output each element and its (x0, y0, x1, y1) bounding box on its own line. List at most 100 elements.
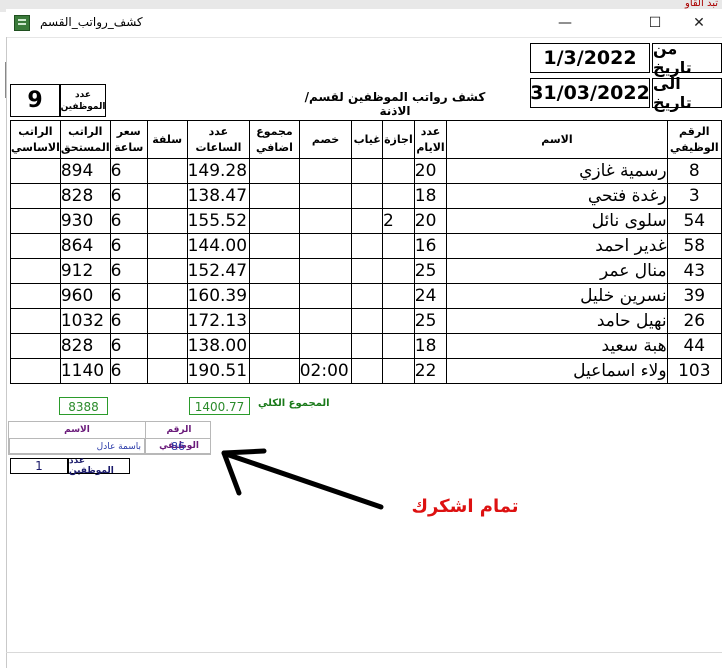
hours-cell[interactable]: 152.47 (186, 258, 251, 284)
job-id-cell[interactable]: 26 (666, 308, 722, 334)
leave-cell[interactable]: 2 (382, 208, 415, 234)
base-salary-cell[interactable] (10, 333, 61, 359)
job-id-cell[interactable]: 8 (666, 158, 722, 184)
extra-total-cell[interactable] (249, 283, 300, 309)
name-cell[interactable]: نهيل حامد (446, 308, 668, 334)
name-cell[interactable]: رسمية غازي (446, 158, 668, 184)
employee-count-field[interactable]: 9 (10, 84, 60, 117)
name-cell[interactable]: ولاء اسماعيل (446, 358, 668, 384)
advance-cell[interactable] (146, 333, 188, 359)
subform-count-field[interactable]: 1 (10, 458, 68, 474)
hours-cell[interactable]: 138.47 (186, 183, 251, 209)
advance-cell[interactable] (146, 233, 188, 259)
extra-total-cell[interactable] (249, 333, 300, 359)
hourly-rate-cell[interactable]: 6 (109, 308, 148, 334)
job-id-cell[interactable]: 54 (666, 208, 722, 234)
navigation-pane-edge[interactable] (0, 62, 6, 98)
deduction-cell[interactable]: 02:00 (298, 358, 353, 384)
base-salary-cell[interactable] (10, 308, 61, 334)
job-id-cell[interactable]: 103 (666, 358, 722, 384)
days-cell[interactable]: 22 (413, 358, 448, 384)
hourly-rate-cell[interactable]: 6 (109, 333, 148, 359)
days-cell[interactable]: 20 (413, 158, 448, 184)
absence-cell[interactable] (351, 233, 384, 259)
leave-cell[interactable] (382, 183, 415, 209)
days-cell[interactable]: 24 (413, 283, 448, 309)
hours-cell[interactable]: 155.52 (186, 208, 251, 234)
base-salary-cell[interactable] (10, 283, 61, 309)
absence-cell[interactable] (351, 283, 384, 309)
window-titlebar[interactable]: كشف_رواتب_القسم — ☐ ✕ (6, 9, 722, 38)
table-row[interactable]: 1140 6 190.51 02:00 22 ولاء اسماعيل 103 (10, 358, 722, 384)
subform-name-field[interactable]: باسمة عادل (9, 438, 145, 454)
advance-cell[interactable] (146, 358, 188, 384)
advance-cell[interactable] (146, 258, 188, 284)
extra-total-cell[interactable] (249, 233, 300, 259)
table-row[interactable]: 864 6 144.00 16 غدير احمد 58 (10, 233, 722, 259)
deduction-cell[interactable] (298, 208, 353, 234)
job-id-cell[interactable]: 58 (666, 233, 722, 259)
deduction-cell[interactable] (298, 308, 353, 334)
name-cell[interactable]: غدير احمد (446, 233, 668, 259)
base-salary-cell[interactable] (10, 233, 61, 259)
extra-total-cell[interactable] (249, 158, 300, 184)
table-row[interactable]: 894 6 149.28 20 رسمية غازي 8 (10, 158, 722, 184)
job-id-cell[interactable]: 43 (666, 258, 722, 284)
from-date-field[interactable]: 1/3/2022 (530, 43, 650, 73)
to-date-field[interactable]: 31/03/2022 (530, 78, 650, 108)
hours-cell[interactable]: 144.00 (186, 233, 251, 259)
base-salary-cell[interactable] (10, 258, 61, 284)
due-salary-cell[interactable]: 1032 (59, 308, 111, 334)
leave-cell[interactable] (382, 158, 415, 184)
due-salary-cell[interactable]: 1140 (59, 358, 111, 384)
hours-cell[interactable]: 190.51 (186, 358, 251, 384)
days-cell[interactable]: 18 (413, 333, 448, 359)
extra-total-cell[interactable] (249, 308, 300, 334)
days-cell[interactable]: 25 (413, 258, 448, 284)
base-salary-cell[interactable] (10, 358, 61, 384)
days-cell[interactable]: 16 (413, 233, 448, 259)
extra-total-cell[interactable] (249, 258, 300, 284)
deduction-cell[interactable] (298, 283, 353, 309)
hourly-rate-cell[interactable]: 6 (109, 208, 148, 234)
due-salary-cell[interactable]: 912 (59, 258, 111, 284)
salary-total-field[interactable]: 8388 (59, 397, 108, 415)
advance-cell[interactable] (146, 208, 188, 234)
table-row[interactable]: 828 6 138.00 18 هبة سعيد 44 (10, 333, 722, 359)
deduction-cell[interactable] (298, 158, 353, 184)
hours-cell[interactable]: 160.39 (186, 283, 251, 309)
table-row[interactable]: 960 6 160.39 24 نسرين خليل 39 (10, 283, 722, 309)
due-salary-cell[interactable]: 828 (59, 333, 111, 359)
hours-cell[interactable]: 138.00 (186, 333, 251, 359)
leave-cell[interactable] (382, 283, 415, 309)
hours-cell[interactable]: 172.13 (186, 308, 251, 334)
table-row[interactable]: 930 6 155.52 2 20 سلوى نائل 54 (10, 208, 722, 234)
job-id-cell[interactable]: 39 (666, 283, 722, 309)
hours-total-field[interactable]: 1400.77 (189, 397, 250, 415)
hours-cell[interactable]: 149.28 (186, 158, 251, 184)
deduction-cell[interactable] (298, 233, 353, 259)
leave-cell[interactable] (382, 258, 415, 284)
hourly-rate-cell[interactable]: 6 (109, 183, 148, 209)
base-salary-cell[interactable] (10, 183, 61, 209)
hourly-rate-cell[interactable]: 6 (109, 258, 148, 284)
name-cell[interactable]: سلوى نائل (446, 208, 668, 234)
leave-cell[interactable] (382, 358, 415, 384)
advance-cell[interactable] (146, 283, 188, 309)
table-row[interactable]: 912 6 152.47 25 منال عمر 43 (10, 258, 722, 284)
absence-cell[interactable] (351, 158, 384, 184)
name-cell[interactable]: منال عمر (446, 258, 668, 284)
name-cell[interactable]: رغدة فتحي (446, 183, 668, 209)
due-salary-cell[interactable]: 828 (59, 183, 111, 209)
due-salary-cell[interactable]: 864 (59, 233, 111, 259)
job-id-cell[interactable]: 44 (666, 333, 722, 359)
maximize-button[interactable]: ☐ (632, 9, 678, 37)
days-cell[interactable]: 25 (413, 308, 448, 334)
hourly-rate-cell[interactable]: 6 (109, 158, 148, 184)
leave-cell[interactable] (382, 233, 415, 259)
absence-cell[interactable] (351, 333, 384, 359)
due-salary-cell[interactable]: 930 (59, 208, 111, 234)
advance-cell[interactable] (146, 158, 188, 184)
leave-cell[interactable] (382, 308, 415, 334)
extra-total-cell[interactable] (249, 208, 300, 234)
